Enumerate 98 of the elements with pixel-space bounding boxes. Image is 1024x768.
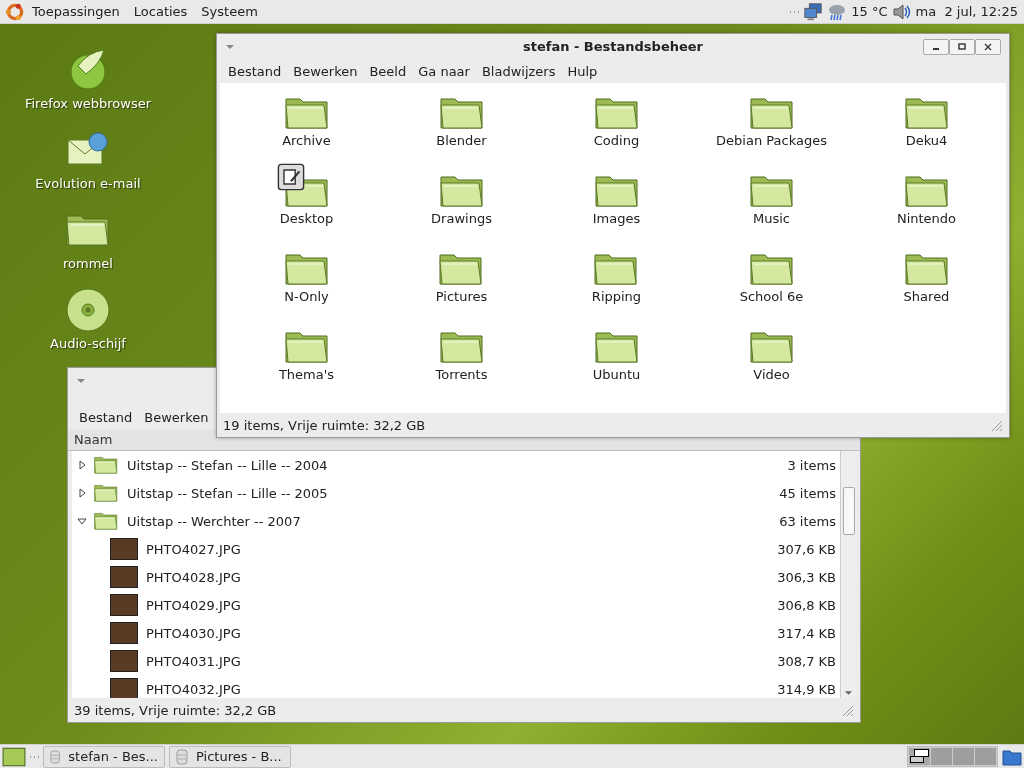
window-menu-icon[interactable] bbox=[76, 377, 86, 384]
menu-item[interactable]: Ga naar bbox=[418, 63, 470, 79]
folder-item[interactable]: Torrents bbox=[427, 319, 496, 393]
folder-icon bbox=[902, 95, 951, 131]
volume-icon[interactable] bbox=[891, 1, 912, 22]
temperature-text[interactable]: 15 °C bbox=[851, 4, 888, 19]
menu-item[interactable]: Hulp bbox=[567, 63, 598, 79]
folder-item[interactable]: Nintendo bbox=[888, 163, 965, 237]
close-button[interactable] bbox=[975, 38, 1001, 55]
window-title: stefan - Bestandsbeheer bbox=[522, 39, 704, 54]
expander-icon[interactable] bbox=[77, 460, 87, 470]
folder-icon bbox=[282, 251, 331, 287]
folder-icon bbox=[282, 95, 331, 131]
column-header[interactable]: Naam bbox=[74, 432, 113, 447]
folder-item[interactable]: Music bbox=[739, 163, 804, 237]
menu-item[interactable]: Toepassingen bbox=[32, 4, 120, 19]
folder-item[interactable]: Shared bbox=[894, 241, 959, 315]
photo-placeholder bbox=[110, 650, 138, 672]
folder-item[interactable]: Pictures bbox=[427, 241, 496, 315]
menu-item[interactable]: Bladwijzers bbox=[481, 63, 556, 79]
menu-item[interactable]: Locaties bbox=[133, 4, 188, 19]
folder-item[interactable]: Archive bbox=[274, 85, 339, 159]
folder-item[interactable]: Blender bbox=[428, 85, 495, 159]
expander-icon[interactable] bbox=[77, 516, 87, 526]
folder-item[interactable]: Ripping bbox=[583, 241, 650, 315]
resize-grip-icon[interactable] bbox=[989, 418, 1003, 432]
folder-item[interactable]: Ubuntu bbox=[584, 319, 649, 393]
folder-icon bbox=[93, 455, 119, 475]
folder-item[interactable]: Video bbox=[739, 319, 804, 393]
list-row[interactable]: Uitstap -- Stefan -- Lille -- 2004 3 items bbox=[72, 451, 840, 479]
folder-icon bbox=[747, 251, 796, 287]
folder-icon bbox=[592, 173, 641, 209]
photo-placeholder bbox=[110, 594, 138, 616]
maximize-icon bbox=[957, 41, 967, 52]
list-row[interactable]: PHTO4027.JPG 307,6 KB bbox=[72, 535, 840, 563]
resize-grip-icon[interactable] bbox=[840, 703, 854, 717]
taskbar-button[interactable]: stefan - Bes... bbox=[43, 745, 165, 768]
photo-placeholder bbox=[110, 566, 138, 588]
drive-icon bbox=[50, 748, 61, 765]
folder-icon bbox=[437, 329, 486, 365]
list-row[interactable]: PHTO4028.JPG 306,3 KB bbox=[72, 563, 840, 591]
folder-icon bbox=[93, 483, 119, 503]
photo-placeholder bbox=[110, 538, 138, 560]
folder-icon bbox=[437, 173, 486, 209]
desktop-icon-label[interactable]: Firefox webbrowser bbox=[24, 96, 152, 111]
folder-item[interactable]: Desktop bbox=[271, 163, 342, 237]
folder-item[interactable]: Deku4 bbox=[894, 85, 959, 159]
desktop-icon-label[interactable]: Evolution e-mail bbox=[35, 176, 141, 191]
show-desktop-icon[interactable] bbox=[2, 746, 26, 767]
menu-item[interactable]: Systeem bbox=[201, 4, 258, 19]
menu-item[interactable]: Bewerken bbox=[144, 409, 209, 425]
folder-icon bbox=[747, 329, 796, 365]
minimize-icon bbox=[933, 48, 939, 50]
list-row[interactable]: Uitstap -- Werchter -- 2007 63 items bbox=[72, 507, 840, 535]
disc-icon[interactable] bbox=[64, 286, 112, 334]
scroll-thumb[interactable] bbox=[842, 487, 855, 535]
folder-item[interactable]: N-Only bbox=[274, 241, 339, 315]
maximize-button[interactable] bbox=[949, 38, 975, 55]
folder-icon bbox=[282, 329, 331, 365]
clock[interactable]: ma 2 jul, 12:25 bbox=[915, 4, 1018, 19]
network-icon[interactable] bbox=[803, 1, 824, 22]
menu-item[interactable]: Bestand bbox=[228, 63, 282, 79]
folder-icon bbox=[902, 251, 951, 287]
folder-item[interactable]: Debian Packages bbox=[708, 85, 835, 159]
workspace[interactable] bbox=[909, 748, 930, 765]
list-row[interactable]: PHTO4031.JPG 308,7 KB bbox=[72, 647, 840, 675]
menu-item[interactable]: Bewerken bbox=[293, 63, 358, 79]
folder-icon bbox=[592, 95, 641, 131]
window-menu-icon[interactable] bbox=[225, 43, 235, 50]
folder-item[interactable]: Coding bbox=[584, 85, 649, 159]
desktop-icon-label[interactable]: Audio-schijf bbox=[50, 336, 126, 351]
status-text: 19 items, Vrije ruimte: 32,2 GB bbox=[223, 417, 426, 433]
photo-placeholder bbox=[110, 678, 138, 698]
list-row[interactable]: Uitstap -- Stefan -- Lille -- 2005 45 items bbox=[72, 479, 840, 507]
taskbar-button[interactable]: Pictures - B... bbox=[169, 745, 291, 768]
folder-item[interactable]: Drawings bbox=[423, 163, 500, 237]
expander-icon[interactable] bbox=[77, 488, 87, 498]
minimize-button[interactable] bbox=[923, 38, 949, 55]
folder-icon bbox=[437, 95, 486, 131]
menu-item[interactable]: Beeld bbox=[369, 63, 407, 79]
folder-item[interactable]: School 6e bbox=[731, 241, 812, 315]
folder-icon bbox=[93, 511, 119, 531]
folder-icon bbox=[747, 173, 796, 209]
list-row[interactable]: PHTO4032.JPG 314,9 KB bbox=[72, 675, 840, 698]
folder-icon bbox=[747, 95, 796, 131]
close-icon bbox=[983, 41, 993, 52]
status-text: 39 items, Vrije ruimte: 32,2 GB bbox=[74, 702, 277, 718]
folder-icon bbox=[902, 173, 951, 209]
menu-item[interactable]: Bestand bbox=[79, 409, 133, 425]
desktop-icon-label[interactable]: rommel bbox=[63, 256, 113, 271]
scroll-down-arrow-icon[interactable] bbox=[844, 690, 853, 696]
photo-placeholder bbox=[110, 622, 138, 644]
folder-icon bbox=[592, 329, 641, 365]
folder-item[interactable]: Thema's bbox=[270, 319, 343, 393]
list-row[interactable]: PHTO4029.JPG 306,8 KB bbox=[72, 591, 840, 619]
folder-item[interactable]: Images bbox=[584, 163, 649, 237]
list-row[interactable]: PHTO4030.JPG 317,4 KB bbox=[72, 619, 840, 647]
drive-icon bbox=[176, 748, 188, 765]
